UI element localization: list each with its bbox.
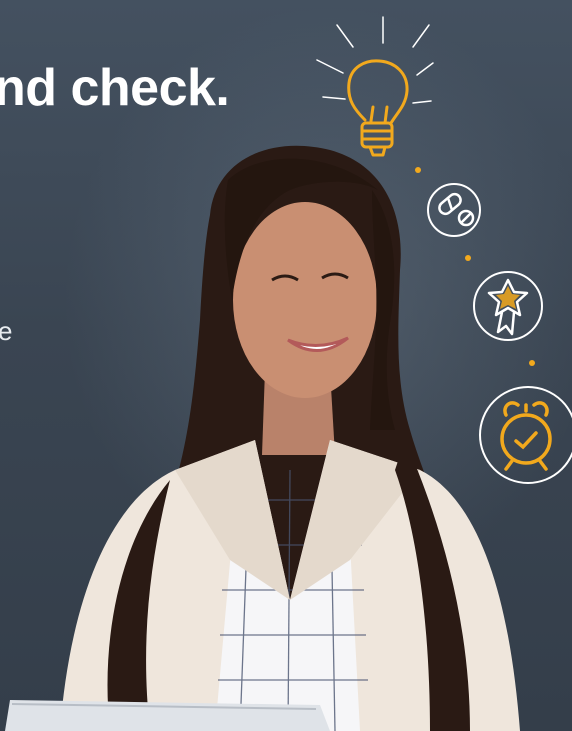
body-text-fragment: e — [0, 316, 13, 346]
face — [233, 202, 377, 398]
award-ribbon-icon — [465, 255, 543, 341]
lightbulb-icon — [316, 16, 434, 157]
pills-icon — [415, 167, 481, 237]
headline-text: nd check. — [0, 59, 230, 117]
alarm-clock-icon — [479, 360, 572, 484]
hero-banner: nd check. e — [0, 0, 572, 731]
